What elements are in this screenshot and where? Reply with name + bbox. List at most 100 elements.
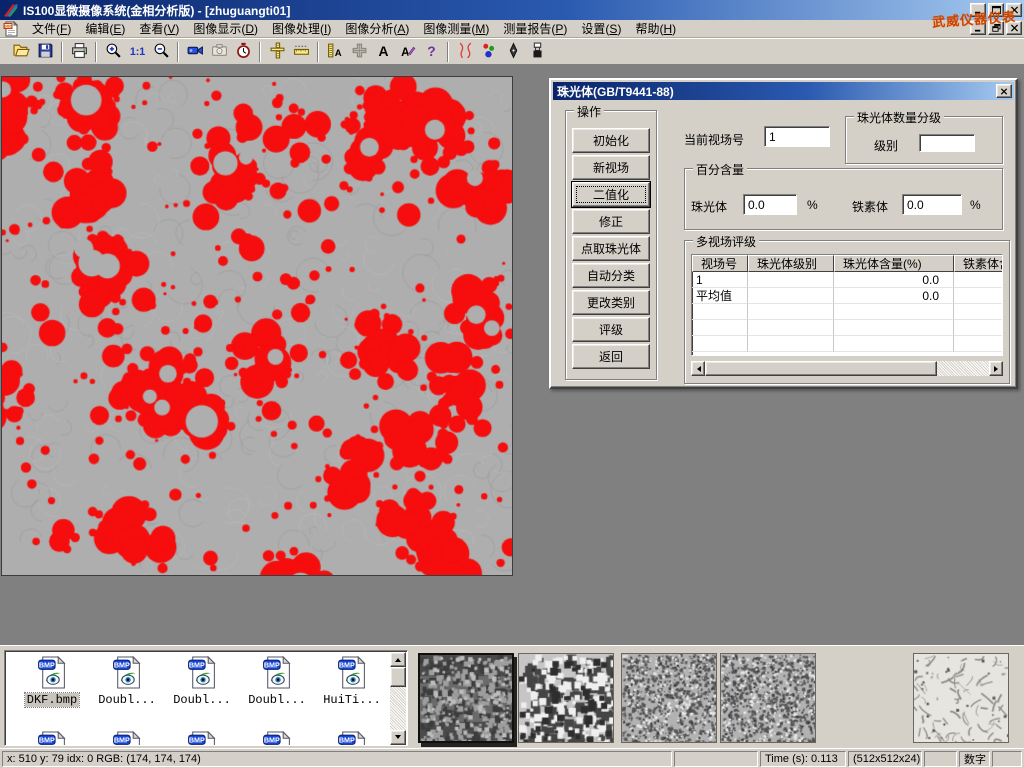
file-item[interactable]: BMP (91, 731, 163, 746)
file-item[interactable]: BMP (241, 731, 313, 746)
column-header: 珠光体级别 (748, 255, 834, 272)
child-minimize-button[interactable] (970, 21, 986, 35)
initialize-button[interactable]: 初始化 (572, 128, 650, 153)
pen-button[interactable] (501, 40, 525, 63)
change-class-button[interactable]: 更改类别 (572, 290, 650, 315)
svg-text:BMP: BMP (339, 735, 355, 744)
pearlite-percent-input[interactable] (743, 194, 797, 215)
file-scrollbar-thumb[interactable] (390, 667, 406, 687)
grid-button[interactable] (347, 40, 371, 63)
table-row[interactable]: 平均值 0.0 (692, 288, 1002, 304)
menu-measure-report[interactable]: 测量报告(P) (496, 19, 574, 38)
ferrite-percent-input[interactable] (902, 194, 962, 215)
particle-classify-button[interactable] (477, 40, 501, 63)
new-field-button[interactable]: 新视场 (572, 155, 650, 180)
scroll-up-button[interactable] (390, 652, 406, 667)
table-cell: 0.0 (834, 288, 954, 304)
file-item[interactable]: BMPDoubl... (241, 656, 313, 707)
caliper-measure-button[interactable] (265, 40, 289, 63)
file-item[interactable]: BMP (316, 731, 388, 746)
dialog-close-button[interactable] (996, 84, 1012, 98)
file-list-scrollbar[interactable] (390, 652, 406, 745)
current-field-input[interactable] (764, 126, 830, 147)
minimize-button[interactable] (970, 3, 986, 17)
file-item[interactable]: BMPDKF.bmp (16, 656, 88, 707)
table-row[interactable] (692, 304, 1002, 320)
file-item[interactable]: BMPDoubl... (166, 656, 238, 707)
pick-pearlite-button[interactable]: 点取珠光体 (572, 236, 650, 261)
metallograph-image[interactable] (1, 76, 513, 576)
menu-help[interactable]: 帮助(H) (628, 19, 683, 38)
menu-image-analysis[interactable]: 图像分析(A) (338, 19, 416, 38)
correct-button[interactable]: 修正 (572, 209, 650, 234)
close-button[interactable] (1006, 3, 1022, 17)
file-item[interactable]: BMP HuiTi... (316, 656, 388, 707)
child-restore-button[interactable] (988, 21, 1004, 35)
zoom-in-button[interactable] (101, 40, 125, 63)
zoom-out-button[interactable] (149, 40, 173, 63)
actual-size-button[interactable]: 1:1 (125, 40, 149, 63)
thumbnail-3[interactable] (621, 653, 717, 743)
thumbnail-1[interactable] (418, 653, 514, 743)
file-item[interactable]: BMP (166, 731, 238, 746)
rating-table[interactable]: 视场号珠光体级别珠光体含量(%)铁素体含量(%)10.0平均值0.0 (691, 254, 1003, 356)
auto-classify-button[interactable]: 自动分类 (572, 263, 650, 288)
scroll-right-button[interactable] (989, 361, 1003, 376)
scrollbar-thumb[interactable] (705, 361, 937, 376)
thumbnail-5[interactable] (913, 653, 1009, 743)
menu-bar: DOC 文件(F)编辑(E)查看(V)图像显示(D)图像处理(I)图像分析(A)… (0, 20, 1024, 38)
annotate-button[interactable]: A (395, 40, 419, 63)
brush-icon (529, 42, 546, 62)
grade-label: 级别 (874, 137, 898, 154)
scale-label-button[interactable]: A (323, 40, 347, 63)
thumbnail-4[interactable] (720, 653, 816, 743)
menu-image-measure[interactable]: 图像测量(M) (416, 19, 496, 38)
window-title: IS100显微摄像系统(金相分析版) - [zhuguangti01] (23, 2, 290, 19)
table-horizontal-scrollbar[interactable] (691, 361, 1003, 376)
menu-settings[interactable]: 设置(S) (574, 19, 628, 38)
menu-edit[interactable]: 编辑(E) (78, 19, 132, 38)
video-capture-button[interactable] (183, 40, 207, 63)
file-name: HuiTi... (321, 693, 383, 707)
table-row[interactable] (692, 320, 1002, 336)
toolbar-separator (61, 42, 63, 62)
svg-text:BMP: BMP (339, 660, 355, 669)
ruler-measure-button[interactable] (289, 40, 313, 63)
scroll-left-button[interactable] (691, 361, 705, 376)
toolbar-separator (95, 42, 97, 62)
menu-image-process[interactable]: 图像处理(I) (265, 19, 338, 38)
dialog-title-bar[interactable]: 珠光体(GB/T9441-88) (553, 82, 1014, 100)
return-button[interactable]: 返回 (572, 344, 650, 369)
text-button[interactable]: A (371, 40, 395, 63)
scroll-down-button[interactable] (390, 730, 406, 745)
grade-button[interactable]: 评级 (572, 317, 650, 342)
table-cell (954, 272, 1003, 288)
snapshot-button[interactable] (207, 40, 231, 63)
menu-file[interactable]: 文件(F) (25, 19, 78, 38)
table-row[interactable]: 10.0 (692, 272, 1002, 288)
brush-button[interactable] (525, 40, 549, 63)
grade-input[interactable] (919, 134, 975, 152)
menu-view[interactable]: 查看(V) (132, 19, 186, 38)
file-item[interactable]: BMP (16, 731, 88, 746)
table-row[interactable] (692, 336, 1002, 352)
file-name: DKF.bmp (25, 693, 79, 707)
child-close-button[interactable] (1006, 21, 1022, 35)
help-button[interactable]: ? (419, 40, 443, 63)
table-cell: 平均值 (692, 288, 748, 304)
operation-buttons: 初始化新视场二值化修正点取珠光体自动分类更改类别评级返回 (572, 128, 650, 369)
menu-image-display[interactable]: 图像显示(D) (186, 19, 265, 38)
current-field-label: 当前视场号 (684, 131, 744, 148)
svg-text:?: ? (427, 42, 435, 58)
save-image-button[interactable] (33, 40, 57, 63)
toolbar: 1:1AAA? (0, 38, 1024, 65)
file-item[interactable]: BMPDoubl... (91, 656, 163, 707)
curve-measure-button[interactable] (453, 40, 477, 63)
thumbnail-2[interactable] (518, 653, 614, 743)
print-button[interactable] (67, 40, 91, 63)
timer-button[interactable] (231, 40, 255, 63)
open-image-button[interactable] (9, 40, 33, 63)
file-list[interactable]: BMPDKF.bmpBMPDoubl...BMPDoubl...BMPDoubl… (4, 650, 408, 746)
maximize-button[interactable] (988, 3, 1004, 17)
binarize-button[interactable]: 二值化 (572, 182, 650, 207)
